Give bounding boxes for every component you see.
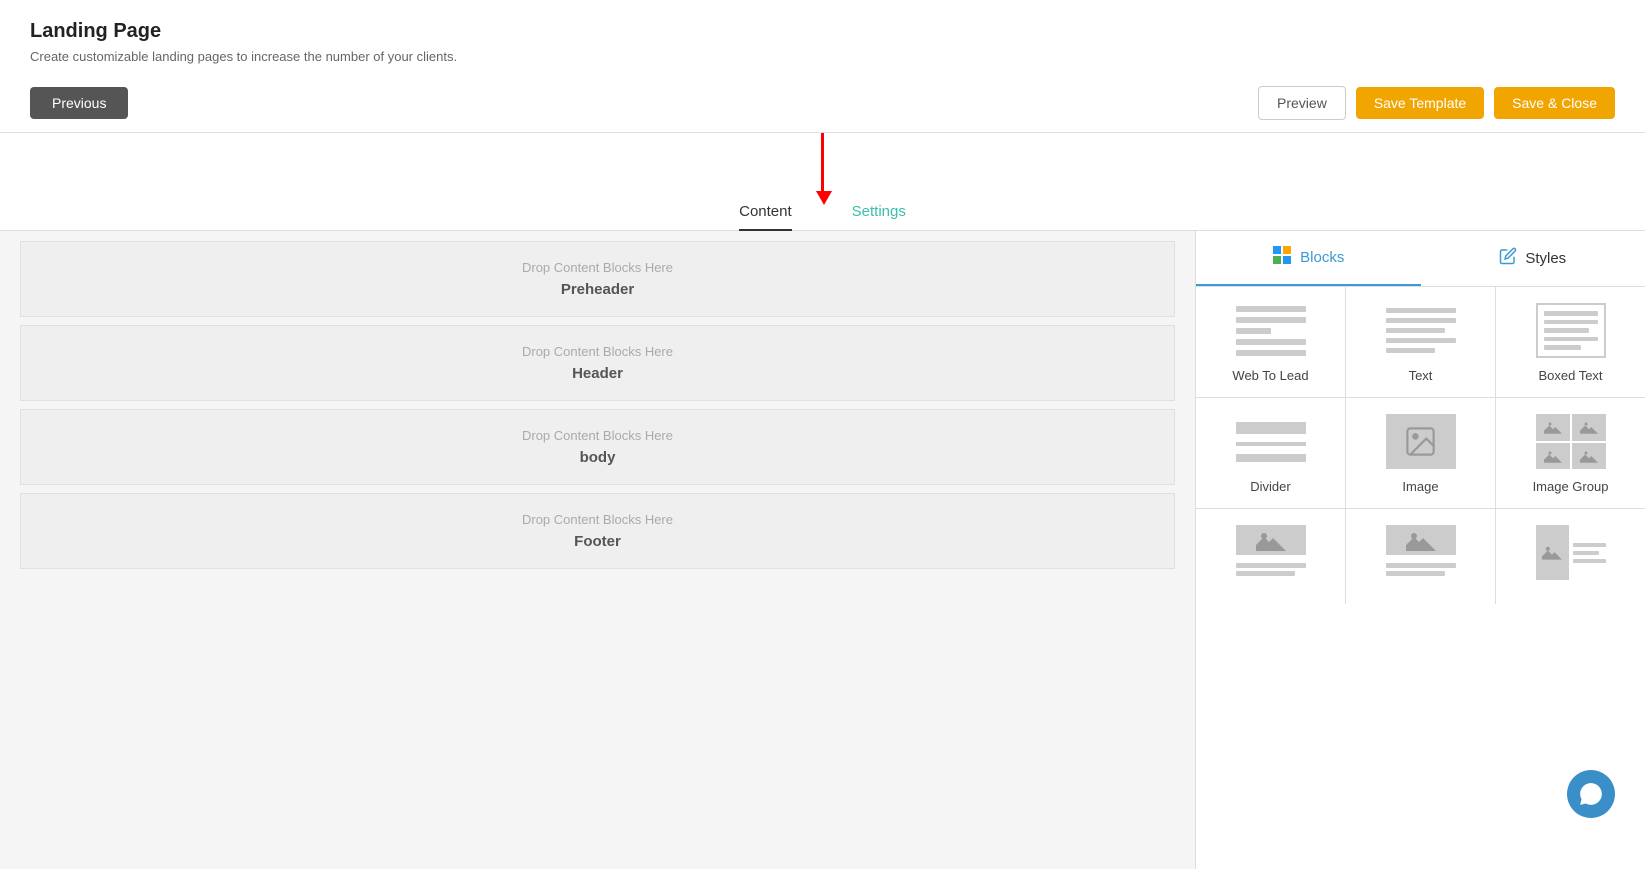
image-icon	[1386, 414, 1456, 469]
toolbar-left: Previous	[30, 87, 128, 119]
drop-label-body: Drop Content Blocks Here	[39, 428, 1156, 443]
save-close-button[interactable]: Save & Close	[1494, 87, 1615, 119]
section-name-header: Header	[39, 365, 1156, 382]
preview-button[interactable]: Preview	[1258, 86, 1346, 120]
section-name-body: body	[39, 449, 1156, 466]
toolbar: Previous Preview Save Template Save & Cl…	[0, 74, 1645, 133]
block-image-text-3[interactable]	[1496, 509, 1645, 604]
block-text[interactable]: Text	[1346, 287, 1495, 397]
block-image-label: Image	[1402, 479, 1438, 494]
canvas-area: Drop Content Blocks Here Preheader Drop …	[0, 231, 1195, 869]
boxed-text-icon	[1536, 303, 1606, 358]
section-name-preheader: Preheader	[39, 281, 1156, 298]
drop-label-preheader: Drop Content Blocks Here	[39, 260, 1156, 275]
block-web-to-lead-label: Web To Lead	[1232, 368, 1308, 383]
text-icon	[1386, 303, 1456, 358]
red-arrow-indicator	[821, 133, 824, 193]
blocks-grid: Web To Lead Text	[1196, 287, 1645, 604]
blocks-icon	[1272, 245, 1292, 270]
divider-icon	[1236, 414, 1306, 469]
block-divider[interactable]: Divider	[1196, 398, 1345, 508]
section-name-footer: Footer	[39, 533, 1156, 550]
block-image[interactable]: Image	[1346, 398, 1495, 508]
section-header[interactable]: Drop Content Blocks Here Header	[20, 325, 1175, 401]
section-footer[interactable]: Drop Content Blocks Here Footer	[20, 493, 1175, 569]
main-layout: Drop Content Blocks Here Preheader Drop …	[0, 231, 1645, 869]
block-text-label: Text	[1409, 368, 1433, 383]
styles-icon	[1499, 247, 1517, 270]
block-divider-label: Divider	[1250, 479, 1290, 494]
block-image-group[interactable]: Image Group	[1496, 398, 1645, 508]
section-preheader[interactable]: Drop Content Blocks Here Preheader	[20, 241, 1175, 317]
block-image-text-1[interactable]	[1196, 509, 1345, 604]
image-group-icon	[1536, 414, 1606, 469]
previous-button[interactable]: Previous	[30, 87, 128, 119]
toolbar-right: Preview Save Template Save & Close	[1258, 86, 1615, 120]
block-image-text-2[interactable]	[1346, 509, 1495, 604]
page-header: Landing Page Create customizable landing…	[0, 0, 1645, 74]
chat-bubble-button[interactable]	[1567, 770, 1615, 818]
save-template-button[interactable]: Save Template	[1356, 87, 1484, 119]
blocks-panel-tabs: Blocks Styles	[1196, 231, 1645, 287]
blocks-tab-styles[interactable]: Styles	[1421, 231, 1645, 286]
drop-label-footer: Drop Content Blocks Here	[39, 512, 1156, 527]
image-text-2-icon	[1386, 525, 1456, 580]
image-text-3-icon	[1536, 525, 1606, 580]
page-title: Landing Page	[30, 20, 1615, 43]
annotation-arrow	[0, 133, 1645, 193]
block-boxed-text[interactable]: Boxed Text	[1496, 287, 1645, 397]
image-text-1-icon	[1236, 525, 1306, 580]
section-body[interactable]: Drop Content Blocks Here body	[20, 409, 1175, 485]
web-to-lead-icon	[1236, 303, 1306, 358]
canvas-inner: Drop Content Blocks Here Preheader Drop …	[0, 231, 1195, 587]
block-boxed-text-label: Boxed Text	[1538, 368, 1602, 383]
page-subtitle: Create customizable landing pages to inc…	[30, 49, 1615, 64]
drop-label-header: Drop Content Blocks Here	[39, 344, 1156, 359]
block-image-group-label: Image Group	[1533, 479, 1609, 494]
block-web-to-lead[interactable]: Web To Lead	[1196, 287, 1345, 397]
blocks-tab-blocks[interactable]: Blocks	[1196, 231, 1421, 286]
tab-content[interactable]: Content	[739, 203, 792, 230]
tab-settings[interactable]: Settings	[852, 203, 906, 230]
